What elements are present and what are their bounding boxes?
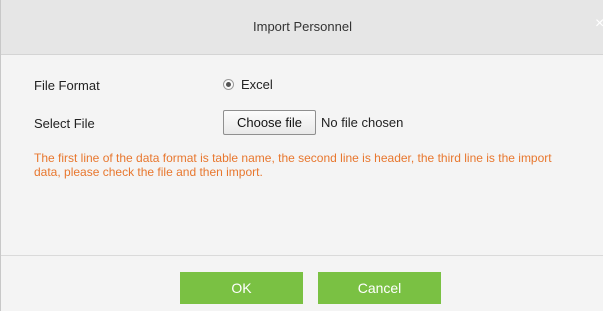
ok-button[interactable]: OK (180, 272, 303, 304)
import-personnel-dialog: Import Personnel × File Format Excel Sel… (0, 0, 603, 311)
dialog-titlebar: Import Personnel × (1, 0, 603, 55)
select-file-label: Select File (34, 116, 95, 131)
file-format-label: File Format (34, 78, 100, 93)
close-icon[interactable]: × (595, 16, 603, 32)
radio-selected-icon[interactable] (223, 79, 234, 90)
import-notice-text: The first line of the data format is tab… (34, 151, 552, 179)
excel-radio-label: Excel (241, 77, 273, 92)
file-status-text: No file chosen (321, 115, 404, 130)
footer-divider (1, 255, 603, 256)
choose-file-button[interactable]: Choose file (223, 110, 316, 135)
cancel-button[interactable]: Cancel (318, 272, 441, 304)
excel-radio-option[interactable]: Excel (223, 77, 273, 92)
dialog-title: Import Personnel (253, 19, 352, 34)
